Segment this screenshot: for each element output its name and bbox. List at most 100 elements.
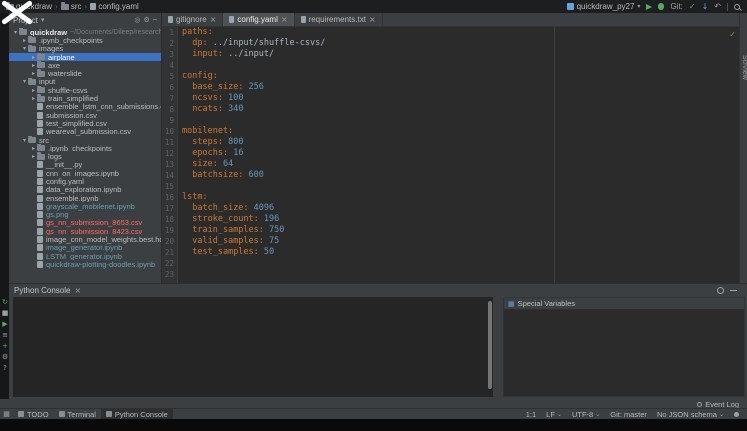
tree-item-logs[interactable]: ▸ logs	[9, 152, 161, 161]
breadcrumb-item-quickdraw[interactable]: quickdraw	[6, 1, 52, 11]
python-console-panel: Python Console × ▦ Special Variables	[9, 283, 747, 399]
editor-tab-gitignore[interactable]: gitignore ×	[162, 13, 224, 26]
tree-item-image_cnn_model_weights.best.hdf5[interactable]: image_cnn_model_weights.best.hdf5	[9, 235, 161, 244]
tree-item-gs.png[interactable]: gs.png	[9, 211, 161, 219]
breadcrumb-item-config.yaml[interactable]: config.yaml	[90, 2, 139, 11]
tree-item-test_simplified.csv[interactable]: test_simplified.csv	[9, 119, 161, 128]
run-configuration-select[interactable]: quickdraw_py27 ▾	[566, 2, 640, 11]
status-segment[interactable]: LF ⌄	[546, 410, 562, 419]
tree-item-submission.csv[interactable]: submission.csv	[9, 111, 161, 119]
toolbar-separator	[727, 2, 728, 11]
python-console-icon	[105, 411, 112, 417]
hide-panel-icon[interactable]	[730, 290, 737, 291]
commit-icon[interactable]: ✓	[689, 2, 696, 11]
tree-item-image_generator.ipynb[interactable]: image_generator.ipynb	[9, 244, 161, 252]
tree-item-quickdraw[interactable]: ▾ quickdraw~/Documents/Dileep/research/ka…	[9, 28, 161, 36]
tree-item-src[interactable]: ▾ src	[9, 135, 161, 144]
tree-toggle-icon[interactable]: ▾	[12, 29, 19, 36]
gear-icon[interactable]	[717, 287, 724, 294]
editor-gutter[interactable]: 1 2 3 4 5 6 7 8 9 10 11 12 13 14 15 16 17 18 19 20 21 22 23	[162, 27, 178, 283]
code-line: input: ../input/	[192, 49, 275, 59]
settings-icon[interactable]: ⚙	[2, 353, 8, 361]
tree-item-__init__.py[interactable]: __init__.py	[9, 161, 161, 169]
status-segment[interactable]: 1:1	[526, 410, 536, 419]
highlighting-level-icon[interactable]	[734, 411, 739, 417]
toolwindow-button-Terminal[interactable]: Terminal	[54, 409, 101, 419]
status-segment[interactable]: No JSON schema ⌄	[657, 410, 724, 419]
line-number: 1	[169, 28, 174, 37]
line-number: 22	[164, 259, 174, 268]
search-icon[interactable]	[734, 3, 740, 10]
tree-item-.ipynb_checkpoints[interactable]: ▸ .ipynb_checkpoints	[9, 144, 161, 152]
breadcrumb-item-src[interactable]: src	[60, 1, 82, 11]
tree-item-waterslide[interactable]: ▸ waterslide	[9, 69, 161, 78]
soft-wrap-icon[interactable]: ≡	[2, 331, 8, 339]
run-button[interactable]	[646, 3, 653, 10]
toolwindow-button-Python Console[interactable]: Python Console	[100, 409, 173, 419]
chevron-down-icon[interactable]: ▾	[41, 16, 45, 24]
gear-icon[interactable]: ⚙	[144, 16, 150, 24]
tree-item-cnn_on_images.ipynb[interactable]: cnn_on_images.ipynb	[9, 169, 161, 177]
tree-item-quickdraw-plotting-doodles.ipynb[interactable]: quickdraw-plotting-doodles.ipynb	[9, 260, 161, 269]
line-number: 12	[164, 149, 174, 158]
tree-toggle-icon[interactable]: ▸	[30, 145, 37, 152]
tree-item-gs_nn_submission_8423.csv[interactable]: gs_nn_submission_8423.csv	[9, 227, 161, 235]
tree-item-ensemble_lstm_cnn_submissions.csv[interactable]: ensemble_lstm_cnn_submissions.csv	[9, 103, 161, 111]
status-segment[interactable]: UTF-8 ⌄	[572, 410, 600, 419]
locate-file-icon[interactable]: ◎	[134, 16, 140, 24]
tree-item-data_exploration.ipynb[interactable]: data_exploration.ipynb	[9, 186, 161, 194]
tree-item-gs_nn_submission_8653.csv[interactable]: gs_nn_submission_8653.csv	[9, 219, 161, 227]
tree-item-LSTM_generator.ipynb[interactable]: LSTM_generator.ipynb	[9, 252, 161, 260]
tree-item-images[interactable]: ▾ images	[9, 44, 161, 53]
toolwindow-switcher-icon[interactable]: ▦	[3, 410, 10, 418]
tree-toggle-icon[interactable]: ▸	[30, 54, 37, 61]
tree-toggle-icon[interactable]: ▸	[30, 87, 37, 94]
tree-toggle-icon[interactable]: ▾	[21, 78, 28, 85]
add-icon[interactable]: +	[2, 342, 8, 350]
file-icon	[37, 227, 43, 235]
folder-icon	[28, 77, 36, 85]
editor-code[interactable]: paths: dp: ../input/shuffle-csvs/ input:…	[178, 27, 739, 283]
hide-panel-icon[interactable]: ─	[153, 16, 157, 24]
sciview-toolwindow-button[interactable]: SciView	[741, 55, 747, 80]
chevron-down-icon: ⌄	[718, 410, 724, 418]
tree-item-ensemble.ipynb[interactable]: ensemble.ipynb	[9, 194, 161, 202]
tree-toggle-icon[interactable]: ▾	[21, 137, 28, 144]
toolwindow-button-TODO[interactable]: TODO	[13, 409, 54, 419]
tree-item-.ipynb_checkpoints[interactable]: ▸ .ipynb_checkpoints	[9, 36, 161, 45]
status-segment[interactable]: Git: master	[610, 410, 647, 419]
editor-tab-config.yaml[interactable]: config.yaml ×	[223, 13, 295, 26]
run-config-icon	[566, 3, 574, 10]
stop-icon[interactable]: ■	[2, 309, 9, 317]
rerun-icon[interactable]: ↻	[2, 298, 8, 306]
close-tab-icon[interactable]: ×	[210, 15, 217, 24]
debug-button[interactable]	[658, 3, 665, 10]
close-tab-icon[interactable]: ×	[281, 15, 288, 24]
console-output[interactable]	[13, 297, 493, 397]
tree-toggle-icon[interactable]: ▾	[21, 45, 28, 52]
tree-item-input[interactable]: ▾ input	[9, 77, 161, 86]
tree-item-label: data_exploration.ipynb	[46, 185, 122, 194]
help-icon[interactable]: ?	[3, 364, 7, 372]
tree-item-config.yaml[interactable]: config.yaml	[9, 177, 161, 186]
tree-toggle-icon[interactable]: ▸	[30, 153, 37, 160]
tree-toggle-icon[interactable]: ▸	[30, 95, 37, 102]
tree-toggle-icon[interactable]: ▸	[21, 37, 28, 44]
editor-tab-requirements.txt[interactable]: requirements.txt ×	[295, 13, 383, 26]
tree-item-grayscale_mobilenet.ipynb[interactable]: grayscale_mobilenet.ipynb	[9, 202, 161, 211]
file-icon	[37, 128, 43, 136]
tree-item-label: LSTM_generator.ipynb	[46, 252, 122, 261]
tree-item-axe[interactable]: ▸ axe	[9, 61, 161, 69]
tree-item-shuffle-csvs[interactable]: ▸ shuffle-csvs	[9, 86, 161, 94]
tree-toggle-icon[interactable]: ▸	[30, 62, 37, 69]
tree-item-airplane[interactable]: ▸ airplane	[9, 52, 161, 62]
close-console-icon[interactable]: ×	[74, 286, 81, 295]
update-project-icon[interactable]: ↓	[702, 2, 709, 11]
tree-item-weareval_submission.csv[interactable]: weareval_submission.csv	[9, 128, 161, 136]
console-scrollbar[interactable]	[488, 301, 492, 389]
revert-icon[interactable]: ↶	[714, 2, 721, 11]
tree-item-train_simplified[interactable]: ▸ train_simplified	[9, 94, 161, 103]
close-tab-icon[interactable]: ×	[369, 15, 376, 24]
execute-icon[interactable]: ▶	[2, 320, 7, 328]
tree-toggle-icon[interactable]: ▸	[30, 70, 37, 77]
